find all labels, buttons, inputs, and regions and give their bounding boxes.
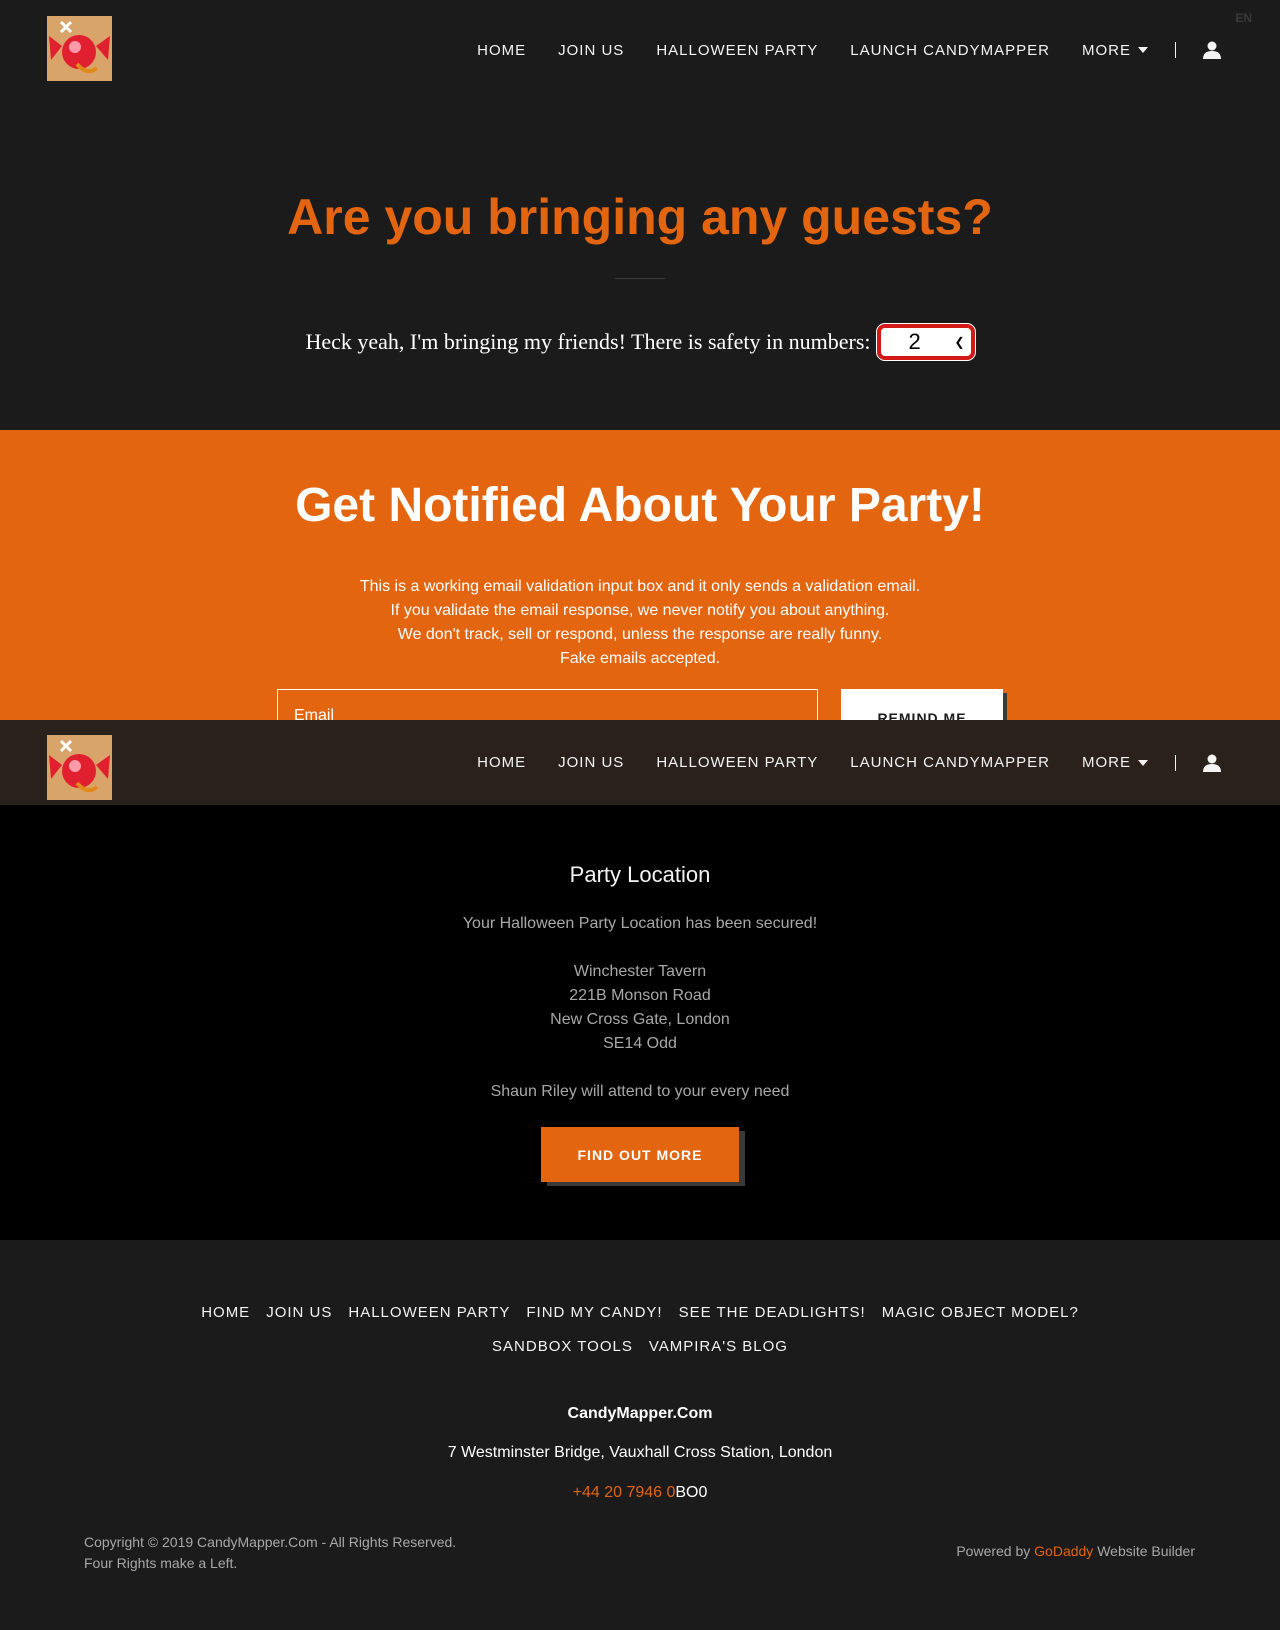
location-line bbox=[0, 1056, 1280, 1080]
location-line: Your Halloween Party Location has been s… bbox=[462, 915, 818, 932]
sticky-nav: HOME JOIN US HALLOWEEN PARTY LAUNCH CAND… bbox=[477, 720, 1280, 805]
footer-link-home[interactable]: HOME bbox=[201, 1304, 250, 1321]
footer-address: 7 Westminster Bridge, Vauxhall Cross Sta… bbox=[447, 1444, 833, 1461]
location-line: New Cross Gate, London bbox=[550, 1011, 730, 1028]
powered-suffix: Website Builder bbox=[1097, 1543, 1195, 1559]
copyright-tagline: Four Rights make a Left. bbox=[84, 1555, 238, 1571]
nav-more-label: MORE bbox=[1082, 41, 1131, 59]
nav-halloween-party[interactable]: HALLOWEEN PARTY bbox=[656, 42, 818, 59]
candy-logo-icon[interactable] bbox=[47, 735, 112, 800]
party-location-section: Party Location Your Halloween Party Loca… bbox=[0, 805, 1280, 1240]
nav-divider bbox=[1175, 42, 1176, 58]
main-nav: HOME JOIN US HALLOWEEN PARTY LAUNCH CAND… bbox=[477, 0, 1280, 100]
title-divider bbox=[615, 278, 665, 279]
location-details: Your Halloween Party Location has been s… bbox=[0, 912, 1280, 1104]
find-out-more-button[interactable]: FIND OUT MORE bbox=[541, 1127, 739, 1182]
account-icon[interactable] bbox=[1202, 40, 1222, 60]
footer-nav-row-2: SANDBOX TOOLS VAMPIRA'S BLOG bbox=[0, 1338, 1280, 1355]
footer-phone: +44 20 7946 0BO0 bbox=[0, 1484, 1280, 1502]
nav-join-us[interactable]: JOIN US bbox=[558, 42, 624, 59]
location-line: 221B Monson Road bbox=[569, 987, 711, 1004]
site-header: EN HOME JOIN US HALLOWEEN PARTY LAUNCH C… bbox=[0, 0, 1280, 100]
nav-more-dropdown[interactable]: MORE bbox=[1082, 754, 1148, 771]
guests-section: Are you bringing any guests? Heck yeah, … bbox=[0, 100, 1280, 430]
nav-launch-candymapper[interactable]: LAUNCH CANDYMAPPER bbox=[850, 754, 1050, 771]
nav-join-us[interactable]: JOIN US bbox=[558, 754, 624, 771]
sticky-header: HOME JOIN US HALLOWEEN PARTY LAUNCH CAND… bbox=[0, 720, 1280, 805]
footer-link-see-the-deadlights[interactable]: SEE THE DEADLIGHTS! bbox=[679, 1304, 866, 1321]
notify-line: Fake emails accepted. bbox=[559, 650, 721, 667]
chevron-down-icon: ❮ bbox=[954, 335, 965, 349]
footer-link-sandbox-tools[interactable]: SANDBOX TOOLS bbox=[492, 1338, 633, 1355]
guests-prompt: Heck yeah, I'm bringing my friends! Ther… bbox=[305, 329, 871, 354]
guests-title: Are you bringing any guests? bbox=[287, 189, 993, 245]
copyright: Copyright © 2019 CandyMapper.Com - All R… bbox=[84, 1532, 456, 1574]
footer-link-vampiras-blog[interactable]: VAMPIRA'S BLOG bbox=[649, 1338, 788, 1355]
nav-halloween-party[interactable]: HALLOWEEN PARTY bbox=[656, 754, 818, 771]
nav-divider bbox=[1175, 754, 1176, 771]
footer-link-join-us[interactable]: JOIN US bbox=[266, 1304, 332, 1321]
location-line: SE14 Odd bbox=[603, 1035, 677, 1052]
notify-line: We don't track, sell or respond, unless … bbox=[397, 626, 883, 643]
location-title: Party Location bbox=[569, 862, 711, 887]
footer-link-halloween-party[interactable]: HALLOWEEN PARTY bbox=[348, 1304, 510, 1321]
phone-link[interactable]: +44 20 7946 0 bbox=[573, 1484, 676, 1501]
nav-more-dropdown[interactable]: MORE bbox=[1082, 42, 1148, 59]
chevron-down-icon bbox=[1138, 759, 1148, 766]
powered-prefix: Powered by bbox=[956, 1543, 1031, 1559]
location-line bbox=[0, 936, 1280, 960]
guests-count-select[interactable]: 2 ❮ bbox=[875, 323, 976, 361]
account-icon[interactable] bbox=[1202, 753, 1222, 773]
notify-line: This is a working email validation input… bbox=[359, 578, 921, 595]
chevron-down-icon bbox=[1138, 47, 1148, 53]
candy-logo-icon[interactable] bbox=[47, 16, 112, 81]
notify-line: If you validate the email response, we n… bbox=[390, 602, 890, 619]
location-line: Shaun Riley will attend to your every ne… bbox=[490, 1083, 790, 1100]
notify-description: This is a working email validation input… bbox=[0, 575, 1280, 671]
notify-section: Get Notified About Your Party! This is a… bbox=[0, 430, 1280, 745]
nav-home[interactable]: HOME bbox=[477, 42, 526, 59]
nav-home[interactable]: HOME bbox=[477, 754, 526, 771]
phone-suffix: BO0 bbox=[675, 1484, 708, 1501]
notify-title: Get Notified About Your Party! bbox=[295, 479, 985, 532]
guests-count-value: 2 bbox=[908, 329, 921, 354]
site-footer: HOME JOIN US HALLOWEEN PARTY FIND MY CAN… bbox=[0, 1240, 1280, 1630]
powered-by: Powered by GoDaddy Website Builder bbox=[956, 1543, 1195, 1559]
footer-brand: CandyMapper.Com bbox=[567, 1405, 713, 1422]
footer-nav-row-1: HOME JOIN US HALLOWEEN PARTY FIND MY CAN… bbox=[0, 1304, 1280, 1321]
nav-launch-candymapper[interactable]: LAUNCH CANDYMAPPER bbox=[850, 42, 1050, 59]
nav-more-label: MORE bbox=[1082, 754, 1131, 771]
footer-link-magic-object-model[interactable]: MAGIC OBJECT MODEL? bbox=[882, 1304, 1079, 1321]
guests-row: Heck yeah, I'm bringing my friends! Ther… bbox=[0, 323, 1280, 361]
godaddy-link[interactable]: GoDaddy bbox=[1034, 1543, 1093, 1559]
location-line: Winchester Tavern bbox=[573, 963, 707, 980]
footer-link-find-my-candy[interactable]: FIND MY CANDY! bbox=[526, 1304, 662, 1321]
copyright-line: Copyright © 2019 CandyMapper.Com - All R… bbox=[84, 1534, 457, 1550]
